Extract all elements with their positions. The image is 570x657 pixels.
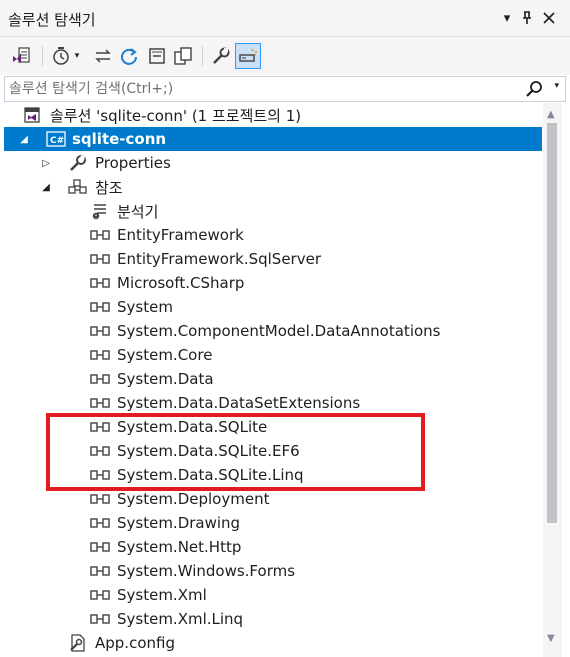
wrench-icon [68,154,88,172]
vertical-scrollbar[interactable]: ▲ ▼ [543,103,562,657]
svg-text:C#: C# [50,136,64,146]
scrollbar-thumb[interactable] [547,123,557,523]
assembly-reference-icon [90,442,110,460]
assembly-reference-icon [90,538,110,556]
reference-item[interactable]: System.Drawing [4,511,542,535]
search-options-dropdown-icon[interactable]: ▾ [554,81,559,91]
vs-solution-icon[interactable] [8,43,34,69]
search-input[interactable] [9,79,509,99]
reference-label: System.Core [117,346,213,364]
reference-item[interactable]: EntityFramework [4,223,542,247]
reference-label: System.Xml [117,586,207,604]
collapsed-arrow-icon[interactable]: ▷ [40,157,52,169]
reference-item[interactable]: System.Core [4,343,542,367]
assembly-reference-icon [90,298,110,316]
reference-item[interactable]: System.ComponentModel.DataAnnotations [4,319,542,343]
reference-item[interactable]: System.Windows.Forms [4,559,542,583]
analyzer-icon [90,202,110,220]
expanded-arrow-icon[interactable]: ◢ [40,181,52,193]
reference-item[interactable]: System.Data.SQLite.Linq [4,463,542,487]
reference-item[interactable]: Microsoft.CSharp [4,271,542,295]
assembly-reference-icon [90,610,110,628]
reference-item[interactable]: System.Data.DataSetExtensions [4,391,542,415]
tree-item-label: 참조 [95,178,123,197]
reference-label: System.Data.DataSetExtensions [117,394,361,412]
tree-item-references[interactable]: ◢ 참조 [4,175,542,199]
assembly-reference-icon [90,250,110,268]
reference-label: Microsoft.CSharp [117,274,245,292]
tree-item-analyzers[interactable]: 분석기 [4,199,542,223]
window-title: 솔루션 탐색기 [8,11,96,29]
reference-label: EntityFramework [117,226,244,244]
assembly-reference-icon [90,226,110,244]
csharp-project-icon: C# [46,130,66,148]
assembly-reference-icon [90,466,110,484]
title-bar: 솔루션 탐색기 ▾ [0,0,570,37]
reference-label: System.Data [117,370,214,388]
toolbar-separator [42,46,43,66]
reference-label: System.Data.SQLite.EF6 [117,442,300,460]
reference-item[interactable]: System.Data [4,367,542,391]
reference-item[interactable]: System.Xml.Linq [4,607,542,631]
assembly-reference-icon [90,346,110,364]
assembly-reference-icon [90,490,110,508]
assembly-reference-icon [90,370,110,388]
history-dropdown-icon[interactable]: ▾ [70,43,84,69]
tree-item-properties[interactable]: ▷ Properties [4,151,542,175]
reference-label: System.Data.SQLite.Linq [117,466,304,484]
assembly-reference-icon [90,562,110,580]
search-icon[interactable] [525,80,543,98]
toolbar-separator [202,46,203,66]
reference-item[interactable]: System [4,295,542,319]
solution-icon [22,106,42,124]
assembly-reference-icon [90,586,110,604]
reference-item[interactable]: System.Net.Http [4,535,542,559]
refresh-icon[interactable] [116,43,142,69]
tree-item-label: 분석기 [117,202,159,221]
references-icon [68,178,88,196]
assembly-reference-icon [90,514,110,532]
reference-label: System.Windows.Forms [117,562,296,580]
reference-label: EntityFramework.SqlServer [117,250,321,268]
copy-icon[interactable] [170,43,196,69]
scroll-down-icon[interactable]: ▼ [547,633,555,644]
reference-item[interactable]: System.Deployment [4,487,542,511]
toolbar: ▾ [0,37,570,75]
reference-label: System.ComponentModel.DataAnnotations [117,322,441,340]
tree-item-project[interactable]: ◢ C# sqlite-conn [4,127,542,151]
expanded-arrow-icon[interactable]: ◢ [18,133,30,145]
collapse-all-icon[interactable] [144,43,170,69]
reference-label: System.Deployment [117,490,270,508]
tree-item-label: sqlite-conn [72,130,167,148]
window-position-menu-icon[interactable]: ▾ [497,8,517,28]
properties-wrench-icon[interactable] [208,43,234,69]
reference-item[interactable]: EntityFramework.SqlServer [4,247,542,271]
assembly-reference-icon [90,418,110,436]
preview-selected-icon[interactable] [235,43,261,69]
close-icon[interactable] [539,8,559,28]
tree-item-solution[interactable]: 솔루션 'sqlite-conn' (1 프로젝트의 1) [4,103,542,127]
assembly-reference-icon [90,394,110,412]
config-file-icon [68,634,88,652]
reference-label: System.Drawing [117,514,241,532]
search-box[interactable]: ▾ [4,76,566,102]
tree-item-label: 솔루션 'sqlite-conn' (1 프로젝트의 1) [50,106,302,125]
reference-label: System.Xml.Linq [117,610,244,628]
tree-item-label: App.config [95,634,175,652]
scroll-up-icon[interactable]: ▲ [547,109,555,120]
reference-label: System [117,298,173,316]
solution-tree: 솔루션 'sqlite-conn' (1 프로젝트의 1) ◢ C# sqlit… [4,103,542,657]
reference-item[interactable]: System.Xml [4,583,542,607]
assembly-reference-icon [90,322,110,340]
tree-item-app-config[interactable]: App.config [4,631,542,655]
reference-label: System.Data.SQLite [117,418,268,436]
reference-item[interactable]: System.Data.SQLite.EF6 [4,439,542,463]
pin-icon[interactable] [517,8,537,28]
sync-icon[interactable] [90,43,116,69]
reference-item[interactable]: System.Data.SQLite [4,415,542,439]
reference-label: System.Net.Http [117,538,242,556]
assembly-reference-icon [90,274,110,292]
tree-item-label: Properties [95,154,171,172]
